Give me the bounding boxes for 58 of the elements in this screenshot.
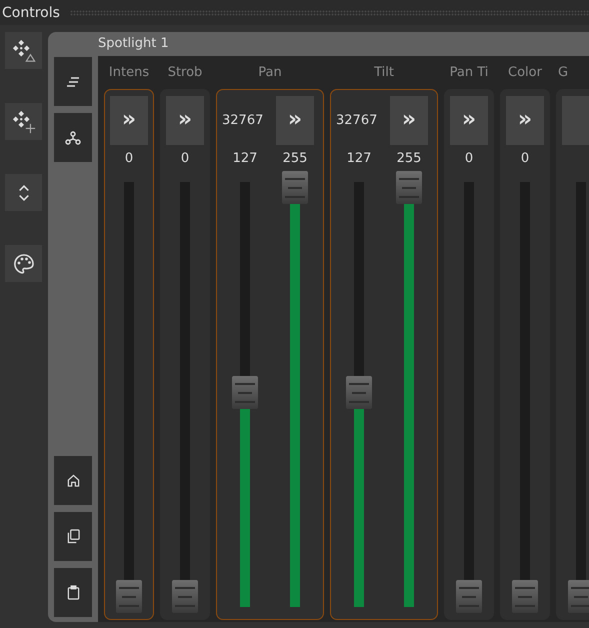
channel-button[interactable]: » [390, 96, 428, 145]
channel-group[interactable]: 32767 127 » 255 [216, 89, 324, 620]
channel-button[interactable]: » [110, 96, 148, 145]
panel-title: Spotlight 1 [97, 35, 170, 53]
chevron-up-down-icon [18, 184, 30, 202]
fader-value: 255 [282, 150, 308, 166]
palette-button[interactable] [5, 245, 42, 282]
channel-readout: 32767 [336, 113, 378, 128]
window-title: Controls [1, 4, 60, 20]
channel-group[interactable]: » 0 [444, 89, 494, 620]
channel-readout: 32767 [222, 113, 264, 128]
channel-label: Tilt [373, 64, 395, 82]
fader-thumb[interactable] [232, 376, 258, 410]
fixture-triangle-button[interactable] [5, 32, 42, 69]
clipboard-button[interactable] [54, 568, 92, 617]
channel-button[interactable]: » [506, 96, 544, 145]
channel-label: Strob [166, 64, 204, 82]
fader-thumb[interactable] [116, 580, 142, 613]
home-button[interactable] [54, 456, 92, 505]
channel-button[interactable]: » [276, 96, 314, 145]
copy-button[interactable] [54, 512, 92, 561]
fader-thumb[interactable] [568, 580, 589, 613]
channel-group[interactable]: 32767 127 » 255 [330, 89, 438, 620]
fader-value: 0 [180, 150, 190, 166]
fader-thumb[interactable] [282, 171, 308, 204]
channel-group[interactable]: » 0 [500, 89, 550, 620]
copy-icon [66, 529, 80, 544]
channel-label: G [557, 64, 570, 82]
fader-thumb[interactable] [346, 376, 372, 410]
channel-label: Pan [257, 64, 283, 82]
channel-group[interactable]: » 0 [160, 89, 210, 620]
fader-thumb[interactable] [172, 580, 198, 613]
palette-icon [12, 252, 34, 274]
fader-value: 127 [346, 150, 372, 166]
fader-value: 0 [124, 150, 134, 166]
clipboard-icon [66, 585, 80, 600]
align-button[interactable] [54, 57, 92, 106]
channel-label: Pan Ti [448, 64, 490, 82]
diamond-plus-icon [12, 110, 36, 134]
fader-thumb[interactable] [456, 580, 482, 613]
nodes-icon [65, 130, 81, 146]
fader-value: 0 [464, 150, 474, 166]
channel-group[interactable]: » 0 [104, 89, 154, 620]
channel-label: Color [507, 64, 543, 82]
diamond-triangle-icon [12, 38, 36, 62]
channel-label: Intens [108, 64, 150, 82]
fader-value: 255 [396, 150, 422, 166]
fader-value: 0 [520, 150, 530, 166]
fixture-add-button[interactable] [5, 103, 42, 140]
nodes-button[interactable] [54, 113, 92, 162]
fader-thumb[interactable] [512, 580, 538, 613]
channel-button[interactable]: » [166, 96, 204, 145]
fader-thumb[interactable] [396, 171, 422, 204]
home-icon [66, 474, 80, 487]
fader-value: 127 [232, 150, 258, 166]
channel-button[interactable]: » [450, 96, 488, 145]
slanted-lines-icon [66, 76, 80, 86]
expand-button[interactable] [5, 174, 42, 211]
